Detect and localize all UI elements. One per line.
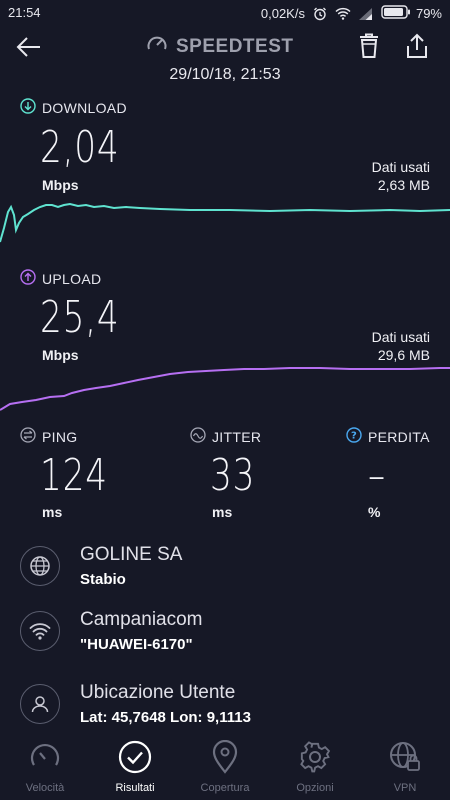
net-speed: 0,02K/s [260, 6, 305, 21]
isp-row: GOLINE SA Stabio [20, 538, 440, 594]
status-icons: 0,02K/s 79% [261, 5, 442, 22]
location-title: Ubicazione Utente [80, 682, 236, 703]
ping-label: PING [20, 427, 160, 446]
jitter-label: JITTER [190, 427, 330, 446]
status-time: 21:54 [8, 5, 41, 20]
svg-text:?: ? [351, 431, 357, 442]
isp-location: Stabio [80, 571, 126, 588]
jitter-value: 33 [210, 450, 256, 501]
status-bar: 21:54 0,02K/s 79% [0, 0, 450, 26]
loss-unit: % [368, 504, 381, 520]
battery-level: 79% [415, 6, 442, 21]
nav-velocita-label: Velocità [25, 782, 65, 794]
nav-copertura-label: Copertura [200, 782, 250, 794]
upload-label: UPLOAD [20, 269, 101, 288]
trash-icon [360, 33, 378, 58]
isp-name: GOLINE SA [80, 544, 183, 565]
location-row: Ubicazione Utente Lat: 45,7648 Lon: 9,11… [20, 676, 440, 732]
upload-arrow-icon [20, 269, 36, 288]
ping-arrows-icon [20, 427, 36, 446]
check-circle-icon [118, 740, 152, 774]
battery-icon [381, 5, 411, 22]
nav-opzioni-label: Opzioni [296, 782, 334, 794]
help-circle-icon[interactable]: ? [346, 427, 362, 446]
location-coords: Lat: 45,7648 Lon: 9,1113 [80, 709, 251, 726]
download-data-used: Dati usati 2,63 MB [372, 158, 430, 194]
network-ssid: "HUAWEI-6170" [80, 636, 193, 653]
jitter-label-text: JITTER [212, 428, 262, 445]
share-button[interactable] [404, 32, 432, 60]
jitter-metric: JITTER [190, 427, 330, 446]
upload-value: 25,4 [40, 292, 120, 343]
loss-label-text: PERDITA [368, 428, 430, 445]
battery: 79% [381, 5, 442, 22]
jitter-unit: ms [212, 504, 233, 520]
ping-metric: PING [20, 427, 160, 446]
jitter-wave-icon [190, 427, 206, 446]
share-icon [407, 33, 427, 58]
download-arrow-icon [20, 98, 36, 117]
globe-icon [20, 546, 60, 586]
nav-vpn-label: VPN [393, 782, 417, 794]
nav-opzioni[interactable]: Opzioni [270, 738, 360, 800]
back-button[interactable] [14, 32, 44, 62]
wifi-network-icon [20, 611, 60, 651]
download-value: 2,04 [40, 122, 120, 173]
user-icon [20, 684, 60, 724]
bottom-nav: Velocità Risultati Copertura Opzioni VPN [0, 738, 450, 800]
ping-unit: ms [42, 504, 63, 520]
download-label-text: DOWNLOAD [42, 99, 127, 116]
loss-metric: ? PERDITA [346, 427, 450, 446]
alarm-icon [313, 7, 327, 21]
app-title: SPEEDTEST [146, 33, 293, 61]
ping-value: 124 [40, 450, 108, 501]
nav-risultati-label: Risultati [115, 782, 155, 794]
nav-copertura[interactable]: Copertura [180, 738, 270, 800]
test-datetime: 29/10/18, 21:53 [169, 66, 281, 83]
delete-button[interactable] [356, 32, 384, 60]
download-label: DOWNLOAD [20, 98, 127, 117]
download-graph [0, 202, 450, 243]
upload-label-text: UPLOAD [42, 270, 102, 287]
upload-graph-line [0, 367, 450, 411]
ping-label-text: PING [42, 428, 78, 445]
signal-icon [358, 7, 373, 20]
upload-used-label: Dati usati [371, 329, 430, 345]
gauge-icon [28, 740, 62, 774]
network-provider: Campaniacom [80, 609, 203, 630]
loss-label: ? PERDITA [346, 427, 450, 446]
gear-icon [298, 740, 332, 774]
loss-value: – [368, 450, 386, 501]
nav-risultati[interactable]: Risultati [90, 738, 180, 800]
speedometer-icon [146, 33, 168, 61]
upload-data-used: Dati usati 29,6 MB [372, 328, 430, 364]
wifi-icon [335, 7, 351, 20]
download-used-label: Dati usati [371, 159, 430, 175]
network-row: Campaniacom "HUAWEI-6170" [20, 603, 440, 659]
nav-vpn[interactable]: VPN [360, 738, 450, 800]
arrow-left-icon [16, 37, 40, 57]
nav-velocita[interactable]: Velocità [0, 738, 90, 800]
app-title-text: SPEEDTEST [176, 36, 294, 57]
download-graph-line [0, 202, 450, 243]
map-pin-icon [208, 740, 242, 774]
globe-lock-icon [388, 740, 422, 774]
upload-graph [0, 367, 450, 411]
